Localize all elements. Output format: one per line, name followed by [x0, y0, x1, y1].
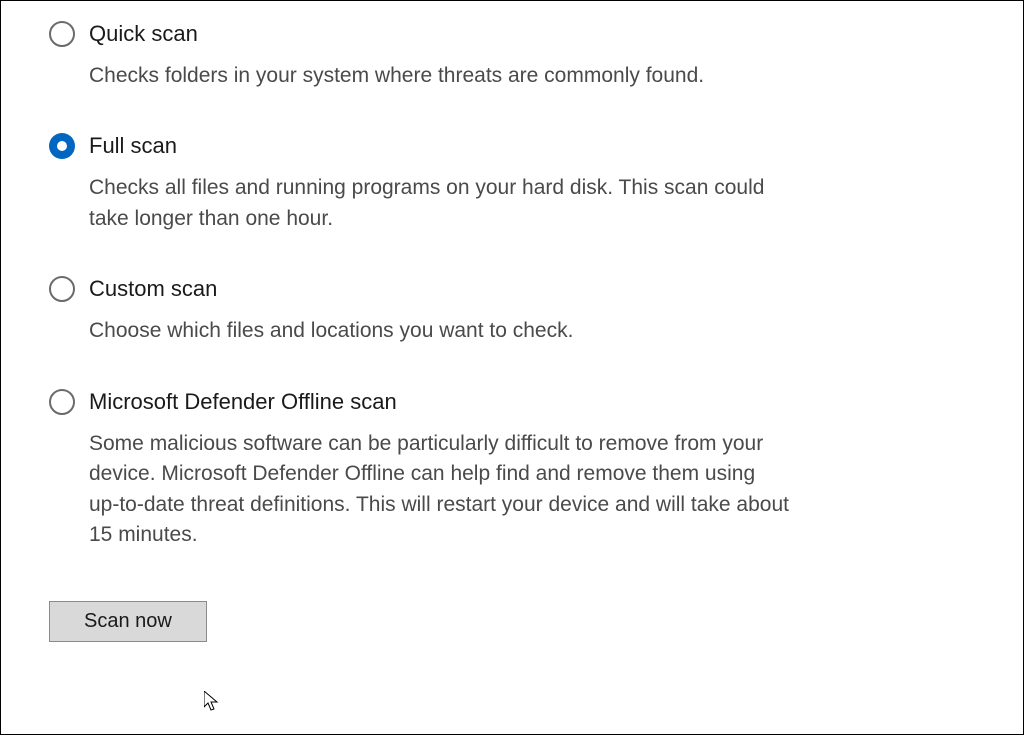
button-row: Scan now	[49, 601, 975, 642]
radio-icon	[49, 21, 75, 47]
scan-option-quick: Quick scan Checks folders in your system…	[49, 21, 975, 91]
scan-option-custom: Custom scan Choose which files and locat…	[49, 276, 975, 346]
radio-icon-selected	[49, 133, 75, 159]
radio-description-quick: Checks folders in your system where thre…	[89, 61, 789, 91]
scan-now-button[interactable]: Scan now	[49, 601, 207, 642]
scan-option-full: Full scan Checks all files and running p…	[49, 133, 975, 234]
scan-option-offline: Microsoft Defender Offline scan Some mal…	[49, 389, 975, 551]
radio-icon	[49, 389, 75, 415]
cursor-icon	[204, 691, 222, 713]
radio-quick-scan[interactable]: Quick scan	[49, 21, 975, 47]
radio-icon	[49, 276, 75, 302]
radio-label-offline: Microsoft Defender Offline scan	[89, 389, 397, 415]
radio-full-scan[interactable]: Full scan	[49, 133, 975, 159]
radio-custom-scan[interactable]: Custom scan	[49, 276, 975, 302]
radio-description-offline: Some malicious software can be particula…	[89, 429, 789, 551]
radio-label-full: Full scan	[89, 133, 177, 159]
radio-description-full: Checks all files and running programs on…	[89, 173, 789, 234]
radio-label-quick: Quick scan	[89, 21, 198, 47]
radio-description-custom: Choose which files and locations you wan…	[89, 316, 789, 346]
radio-offline-scan[interactable]: Microsoft Defender Offline scan	[49, 389, 975, 415]
radio-label-custom: Custom scan	[89, 276, 217, 302]
